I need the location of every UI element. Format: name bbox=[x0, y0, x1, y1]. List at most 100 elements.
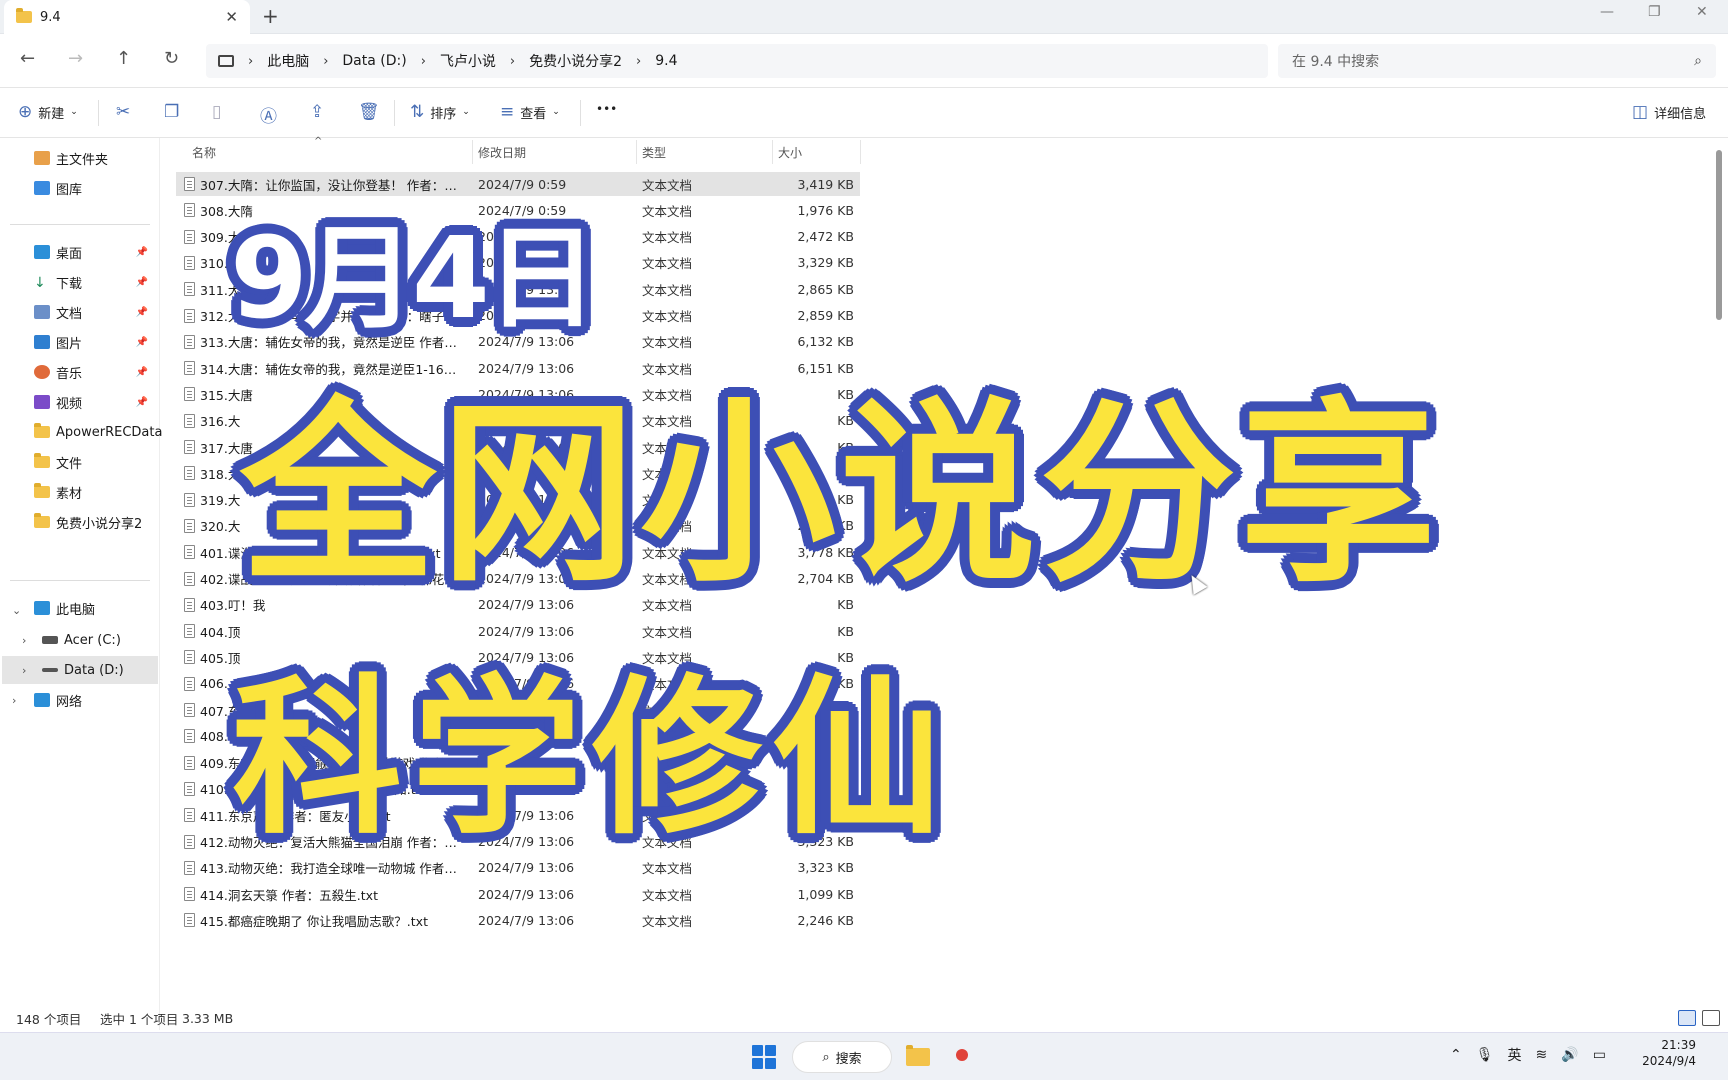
file-row[interactable]: 405.顶 2024/7/9 13:06 文本文档 KB bbox=[176, 645, 860, 669]
file-row[interactable]: 313.大唐：辅佐女帝的我，竟然是逆臣 作者：... 2024/7/9 13:06… bbox=[176, 330, 860, 354]
sidebar-item-home[interactable]: 主文件夹 bbox=[34, 144, 192, 172]
file-size: 2,704 KB bbox=[797, 571, 854, 586]
column-divider[interactable] bbox=[636, 140, 637, 164]
file-row[interactable]: 319.大 2024/7/9 13:06 文本文档 2, KB bbox=[176, 488, 860, 512]
file-row[interactable]: 410.东京：我的百鬼绘卷 作者：苍知.txt 2024/7/9 13:06 文本文… bbox=[176, 777, 860, 801]
chevron-right-icon[interactable]: › bbox=[22, 634, 26, 647]
sidebar-item-desktop[interactable]: 桌面 📌 bbox=[34, 238, 158, 266]
file-row[interactable]: 307.大隋：让你监国，没让你登基！ 作者：皮... 2024/7/9 0:59 文… bbox=[176, 172, 860, 196]
vertical-scrollbar[interactable] bbox=[1716, 150, 1722, 320]
sidebar-item-videos[interactable]: 视频 📌 bbox=[34, 388, 158, 416]
file-row[interactable]: 415.都癌症晚期了 你让我唱励志歌？.txt 2024/7/9 13:06 文本文… bbox=[176, 908, 860, 932]
sidebar-item-free-novels[interactable]: 免费小说分享2 bbox=[34, 508, 192, 536]
column-type[interactable]: 类型 bbox=[642, 144, 666, 161]
file-row[interactable]: 409.东京：被太太觊觎的我只想做游戏 作者：... 2024/7/9 13:06… bbox=[176, 751, 860, 775]
delete-button[interactable]: 🗑 bbox=[358, 102, 380, 122]
rename-button[interactable]: Ⓐ bbox=[260, 102, 277, 127]
details-view-button[interactable] bbox=[1678, 1010, 1696, 1026]
breadcrumb[interactable]: › 此电脑 › Data (D:) › 飞卢小说 › 免费小说分享2 › 9.4 bbox=[206, 44, 1268, 78]
chevron-up-icon[interactable]: ⌃ bbox=[1450, 1047, 1462, 1063]
back-button[interactable]: ← bbox=[20, 48, 35, 69]
file-row[interactable]: 314.大唐：辅佐女帝的我，竟然是逆臣1-1635... 2024/7/9 13:… bbox=[176, 356, 860, 380]
sidebar-item-gallery[interactable]: 图库 bbox=[34, 174, 192, 202]
tiles-view-button[interactable] bbox=[1702, 1010, 1720, 1026]
column-date[interactable]: 修改日期 bbox=[478, 144, 526, 161]
sidebar-item-this-pc[interactable]: 此电脑 bbox=[34, 594, 192, 622]
sidebar-item-documents[interactable]: 文档 📌 bbox=[34, 298, 158, 326]
file-row[interactable]: 406. 2024/7/9 13:06 文本文档 KB bbox=[176, 672, 860, 696]
column-divider[interactable] bbox=[772, 140, 773, 164]
recorder-taskbar-icon[interactable] bbox=[956, 1049, 968, 1061]
tab-9-4[interactable]: 9.4 ✕ bbox=[4, 0, 250, 34]
new-button[interactable]: ⊕ 新建 ⌄ bbox=[18, 102, 78, 122]
paste-button[interactable]: ▯ bbox=[212, 102, 221, 122]
clock[interactable]: 21:39 2024/9/4 bbox=[1636, 1037, 1696, 1069]
column-divider[interactable] bbox=[860, 140, 861, 164]
file-row[interactable]: 403.叮！我 2024/7/9 13:06 文本文档 KB bbox=[176, 593, 860, 617]
file-row[interactable]: 401.谍海风云之多面特工 作者：乱劈柴.txt 2024/7/9 13:06 文本… bbox=[176, 540, 860, 564]
breadcrumb-9-4[interactable]: 9.4 bbox=[655, 53, 677, 69]
column-size[interactable]: 大小 bbox=[778, 144, 802, 161]
search-input[interactable]: 在 9.4 中搜索 ⌕ bbox=[1278, 44, 1716, 78]
sidebar-item-files[interactable]: 文件 bbox=[34, 448, 192, 476]
volume-icon[interactable]: 🔊 bbox=[1561, 1047, 1578, 1063]
tab-close-icon[interactable]: ✕ bbox=[225, 8, 238, 26]
file-row[interactable]: 316.大 2024/7/9 13:06 文本文档 KB bbox=[176, 409, 860, 433]
details-button[interactable]: ◫ 详细信息 bbox=[1632, 102, 1706, 122]
start-button[interactable] bbox=[752, 1045, 776, 1069]
forward-button[interactable]: → bbox=[68, 48, 83, 69]
file-row[interactable]: 413.动物灭绝：我打造全球唯一动物城 作者：... 2024/7/9 13:06… bbox=[176, 856, 860, 880]
sidebar-item-materials[interactable]: 素材 bbox=[34, 478, 192, 506]
file-row[interactable]: 317.大唐 2024/7/9 13:06 文本文档 KB bbox=[176, 435, 860, 459]
file-explorer-taskbar-icon[interactable] bbox=[906, 1045, 932, 1067]
sort-button[interactable]: ⇅ 排序 ⌄ bbox=[410, 102, 470, 122]
column-name[interactable]: 名称 bbox=[192, 144, 216, 161]
file-row[interactable]: 310.大唐 2024/7/9 13:06 文本文档 3,329 KB bbox=[176, 251, 860, 275]
file-row[interactable]: 312.大唐：从小卒到一字并肩王 作者：瞎子爱... 2024/7/9 13:06… bbox=[176, 304, 860, 328]
minimize-button[interactable]: — bbox=[1600, 4, 1614, 20]
breadcrumb-data-d[interactable]: Data (D:) bbox=[342, 53, 406, 69]
input-language[interactable]: 英 bbox=[1508, 1045, 1522, 1065]
file-row[interactable]: 309.大 2024/7/9 0:59 文本文档 2,472 KB bbox=[176, 225, 860, 249]
file-row[interactable]: 407.东 2024/7/9 13:06 文本文档 KB bbox=[176, 698, 860, 722]
refresh-button[interactable]: ↻ bbox=[164, 48, 179, 69]
file-row[interactable]: 414.洞玄天箓 作者：五殺生.txt 2024/7/9 13:06 文本文档 1,0… bbox=[176, 882, 860, 906]
chevron-right-icon[interactable]: › bbox=[12, 694, 16, 707]
sidebar-item-network[interactable]: 网络 bbox=[34, 686, 192, 714]
file-row[interactable]: 311.大唐：从 2024/7/9 13:06 文本文档 2,865 KB bbox=[176, 277, 860, 301]
restore-button[interactable]: ❐ bbox=[1648, 4, 1661, 20]
breadcrumb-free-novels[interactable]: 免费小说分享2 bbox=[529, 51, 622, 71]
file-row[interactable]: 320.大 2024/7/9 13:06 文本文档 2,678 KB bbox=[176, 514, 860, 538]
sidebar-item-downloads[interactable]: ↓ 下载 📌 bbox=[34, 268, 158, 296]
file-row[interactable]: 404.顶 2024/7/9 13:06 文本文档 KB bbox=[176, 619, 860, 643]
file-row[interactable]: 408. 2024/7/9 13:06 文本文档 KB bbox=[176, 724, 860, 748]
more-button[interactable]: ••• bbox=[596, 102, 617, 116]
share-button[interactable]: ⇪ bbox=[310, 102, 324, 122]
close-window-button[interactable]: ✕ bbox=[1696, 4, 1708, 20]
taskbar-search[interactable]: ⌕ 搜索 bbox=[792, 1041, 892, 1073]
chevron-right-icon[interactable]: › bbox=[22, 664, 26, 677]
chevron-down-icon[interactable]: ⌄ bbox=[12, 604, 21, 617]
battery-icon[interactable]: ▭ bbox=[1593, 1047, 1606, 1063]
sidebar-item-apowerrecdata[interactable]: ApowerRECData bbox=[34, 418, 192, 446]
file-name: 402.谍战：从悬崖之上开始 作者：我吃棉花糖.t... bbox=[200, 572, 462, 587]
breadcrumb-feilu[interactable]: 飞卢小说 bbox=[440, 51, 496, 71]
sidebar-item-pictures[interactable]: 图片 📌 bbox=[34, 328, 158, 356]
file-row[interactable]: 315.大唐 2024/7/9 13:06 文本文档 KB bbox=[176, 382, 860, 406]
view-button[interactable]: ≡ 查看 ⌄ bbox=[500, 102, 560, 122]
file-row[interactable]: 318.大唐 2024/7/9 13:06 文本文档 KB bbox=[176, 461, 860, 485]
file-row[interactable]: 308.大隋 2024/7/9 0:59 文本文档 1,976 KB bbox=[176, 198, 860, 222]
breadcrumb-this-pc[interactable]: 此电脑 bbox=[267, 51, 309, 71]
file-row[interactable]: 411.东京声士 作者：匿友小尘.txt 2024/7/9 13:06 文本文档 6,… bbox=[176, 803, 860, 827]
copy-button[interactable]: ❐ bbox=[164, 102, 179, 122]
cut-button[interactable]: ✂ bbox=[116, 102, 130, 122]
new-tab-button[interactable]: + bbox=[262, 4, 279, 28]
file-row[interactable]: 412.动物灭绝：复活大熊猫全国泪崩 作者：鹤... 2024/7/9 13:06… bbox=[176, 830, 860, 854]
microphone-icon[interactable]: 🎙 bbox=[1476, 1047, 1494, 1063]
file-row[interactable]: 402.谍战：从悬崖之上开始 作者：我吃棉花糖.t... 2024/7/9 13:… bbox=[176, 567, 860, 591]
column-divider[interactable] bbox=[472, 140, 473, 164]
file-type: 文本文档 bbox=[642, 493, 693, 509]
wifi-icon[interactable]: ≋ bbox=[1536, 1047, 1548, 1063]
sidebar-item-music[interactable]: 音乐 📌 bbox=[34, 358, 158, 386]
up-button[interactable]: ↑ bbox=[116, 48, 131, 69]
